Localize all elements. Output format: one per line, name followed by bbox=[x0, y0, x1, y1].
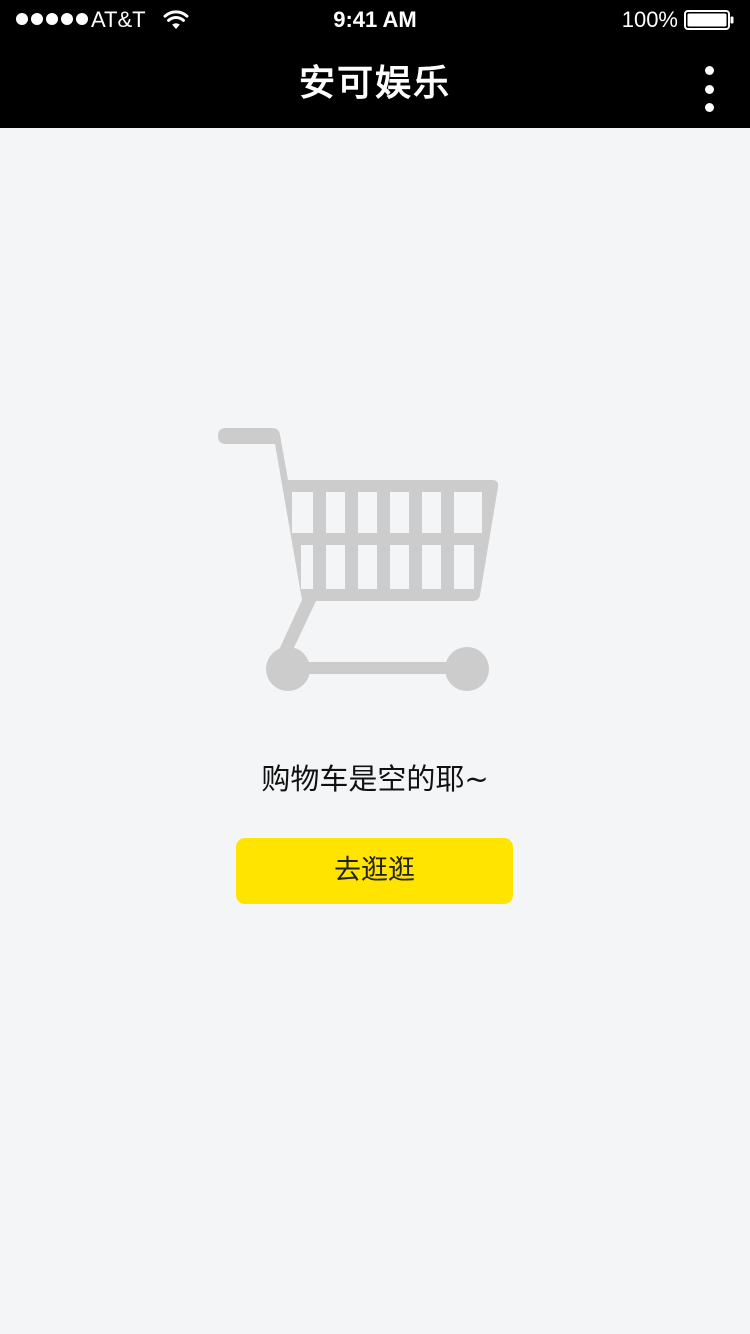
signal-strength-icon bbox=[16, 13, 88, 25]
battery-icon bbox=[684, 10, 734, 30]
more-vertical-icon bbox=[704, 66, 714, 75]
battery-percentage: 100% bbox=[621, 7, 678, 32]
empty-cart-message: 购物车是空的耶~ bbox=[261, 762, 489, 796]
shopping-cart-icon bbox=[218, 428, 499, 691]
more-options-button[interactable] bbox=[694, 66, 724, 112]
go-shopping-button[interactable]: 去逛逛 bbox=[236, 838, 513, 904]
carrier-name: AT&T bbox=[91, 7, 146, 32]
top-bar: AT&T 9:41 AM 100% 安可娱乐 bbox=[0, 0, 750, 128]
status-bar: AT&T 9:41 AM 100% bbox=[0, 0, 750, 40]
wifi-icon bbox=[163, 10, 189, 29]
page-title: 安可娱乐 bbox=[298, 63, 451, 104]
